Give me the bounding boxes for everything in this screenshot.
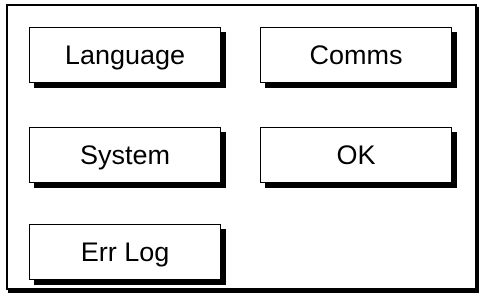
comms-button-label: Comms xyxy=(309,39,403,70)
ok-button[interactable]: OK xyxy=(260,127,452,183)
language-button-label: Language xyxy=(64,39,186,70)
system-button-label: System xyxy=(79,139,171,170)
err-log-button[interactable]: Err Log xyxy=(29,224,221,280)
ok-button-label: OK xyxy=(336,139,376,170)
comms-button[interactable]: Comms xyxy=(260,27,452,83)
language-button[interactable]: Language xyxy=(29,27,221,83)
system-button[interactable]: System xyxy=(29,127,221,183)
settings-menu-panel: Language Comms System OK Err Log xyxy=(6,4,477,290)
err-log-button-label: Err Log xyxy=(80,236,170,267)
